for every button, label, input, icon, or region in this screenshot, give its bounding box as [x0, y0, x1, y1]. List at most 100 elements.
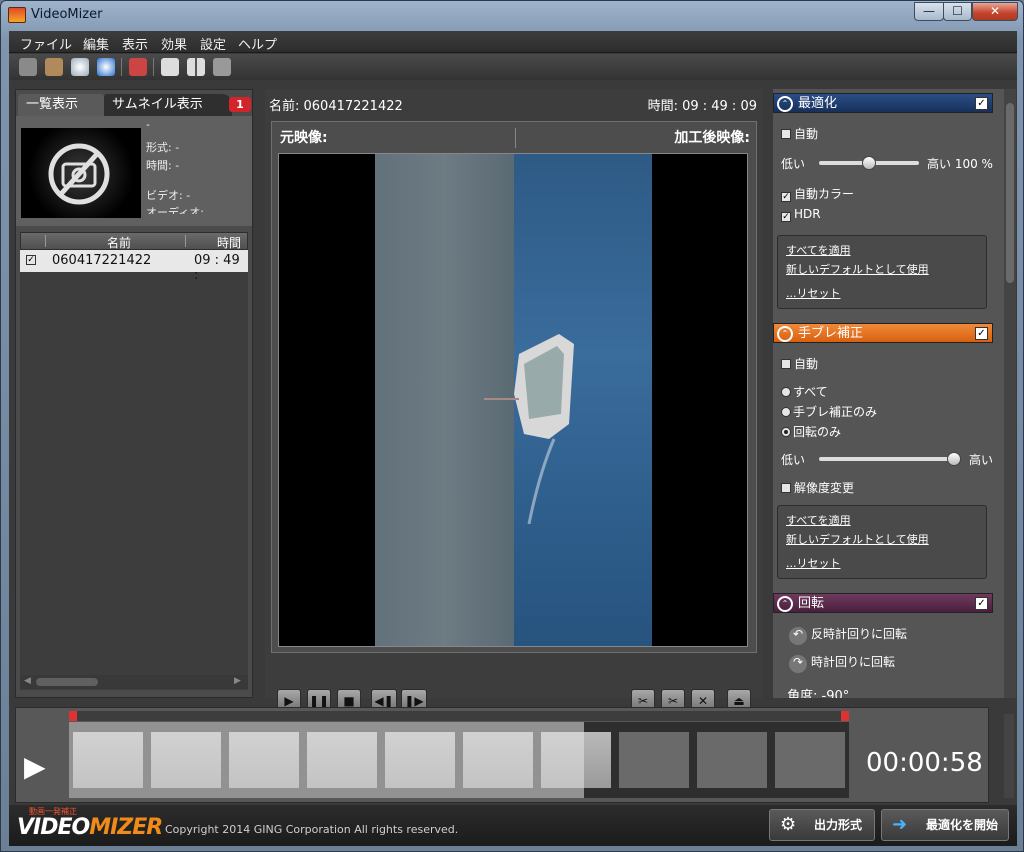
col-time[interactable]: 時間	[217, 234, 241, 251]
filmstrip[interactable]	[69, 722, 849, 798]
meta-video: ビデオ: -	[146, 189, 191, 202]
stabilize-enable-checkbox[interactable]: ✓	[975, 327, 988, 340]
meta-duration: 時間: -	[146, 159, 180, 172]
auto-color-checkbox[interactable]: ✓	[781, 192, 791, 202]
radio-shake-only[interactable]	[781, 407, 791, 417]
stab-auto-checkbox[interactable]	[781, 359, 791, 369]
stab-reset-link[interactable]: ...リセット	[786, 555, 841, 571]
opt-auto-checkbox[interactable]	[781, 129, 791, 139]
maximize-button[interactable]: ☐	[943, 2, 972, 21]
range-end-handle[interactable]	[841, 711, 849, 721]
film-frame	[775, 732, 845, 788]
split-view-icon[interactable]	[187, 58, 205, 76]
timeline-play-icon[interactable]: ▶	[24, 750, 46, 783]
timeline-scrollbar[interactable]	[1004, 714, 1014, 798]
horizontal-scrollbar[interactable]: ◀ ▶	[20, 675, 248, 689]
preview-info: - 形式: - 時間: - ビデオ: - オーディオ:	[16, 116, 252, 226]
collapse-icon[interactable]: ⌃	[777, 596, 793, 612]
app-icon	[8, 7, 26, 23]
tab-thumbnail-view[interactable]: サムネイル表示	[104, 94, 232, 116]
cd-icon[interactable]	[71, 58, 89, 76]
opt-set-default-link[interactable]: 新しいデフォルトとして使用	[786, 261, 929, 277]
tab-list-view[interactable]: 一覧表示	[18, 94, 104, 116]
scissors-icon[interactable]	[45, 58, 63, 76]
rotate-enable-checkbox[interactable]: ✓	[975, 597, 988, 610]
stab-level-slider[interactable]	[819, 452, 961, 466]
start-optimize-button[interactable]: ➜ 最適化を開始	[881, 809, 1009, 841]
menu-effects[interactable]: 効果	[161, 34, 187, 53]
range-bar[interactable]	[69, 711, 849, 721]
video-frame[interactable]	[278, 153, 748, 647]
delete-icon[interactable]	[129, 58, 147, 76]
close-button[interactable]: ✕	[972, 2, 1018, 21]
stab-res-change[interactable]: 解像度変更	[781, 479, 854, 496]
optimize-enable-checkbox[interactable]: ✓	[975, 97, 988, 110]
media-panel: 一覧表示 サムネイル表示 1 - 形式: - 時間: - ビデオ: - オーディ…	[15, 89, 253, 698]
slider-knob[interactable]	[947, 452, 961, 466]
opt-auto[interactable]: 自動	[781, 125, 818, 142]
opt-links-box: すべてを適用 新しいデフォルトとして使用 ...リセット	[777, 235, 987, 309]
collapse-icon[interactable]: ⌃	[777, 96, 793, 112]
stab-apply-all-link[interactable]: すべてを適用	[786, 512, 851, 528]
opt-hdr[interactable]: ✓ HDR	[781, 207, 821, 222]
range-start-handle[interactable]	[69, 711, 77, 721]
vscroll-thumb[interactable]	[1006, 103, 1014, 283]
stab-high-label: 高い	[969, 453, 994, 467]
client-area: ファイル 編集 表示 効果 設定 ヘルプ 一覧表示 サムネイル表示 1 - 形式…	[9, 31, 1017, 846]
meta-name: -	[146, 118, 150, 131]
rotate-cw[interactable]: ↷ 時計回りに回転	[789, 653, 895, 673]
menu-view[interactable]: 表示	[122, 34, 148, 53]
list-header: 名前 時間	[20, 232, 248, 250]
single-view-icon[interactable]	[161, 58, 179, 76]
slider-knob[interactable]	[862, 156, 876, 170]
rotate-cw-icon[interactable]: ↷	[789, 655, 807, 673]
menu-edit[interactable]: 編集	[83, 34, 109, 53]
menu-help[interactable]: ヘルプ	[238, 34, 277, 53]
radio-rotate-only[interactable]	[781, 427, 791, 437]
stab-set-default-link[interactable]: 新しいデフォルトとして使用	[786, 531, 929, 547]
section-stabilize-header[interactable]: ⌃ 手ブレ補正 ✓	[773, 323, 993, 343]
minimize-button[interactable]: —	[914, 2, 944, 21]
output-format-button[interactable]: ⚙ 出力形式	[769, 809, 875, 841]
rotate-ccw-icon[interactable]: ↶	[789, 627, 807, 645]
app-logo: VIDEOMIZER	[17, 815, 163, 840]
scroll-thumb[interactable]	[36, 678, 98, 686]
collapse-icon[interactable]: ⌃	[777, 326, 793, 342]
opt-apply-all-link[interactable]: すべてを適用	[786, 242, 851, 258]
opt-level-slider[interactable]	[819, 156, 919, 170]
opt-reset-link[interactable]: ...リセット	[786, 285, 841, 301]
stab-all[interactable]: すべて	[781, 383, 828, 400]
stab-rotate-only[interactable]: 回転のみ	[781, 423, 841, 440]
rotate-ccw[interactable]: ↶ 反時計回りに回転	[789, 625, 907, 645]
section-rotate-header[interactable]: ⌃ 回転 ✓	[773, 593, 993, 613]
disc-blue-icon[interactable]	[97, 58, 115, 76]
thumbnail	[21, 128, 141, 218]
hdr-checkbox[interactable]: ✓	[781, 212, 791, 222]
vertical-scrollbar[interactable]	[1004, 89, 1016, 698]
res-change-checkbox[interactable]	[781, 483, 791, 493]
timeline: ▶ 00:00:58	[15, 707, 1014, 803]
radio-all-label: すべて	[793, 385, 828, 399]
scroll-right-icon[interactable]: ▶	[234, 676, 241, 686]
menu-file[interactable]: ファイル	[20, 34, 72, 53]
table-row[interactable]: ✓ 060417221422 09 : 49 :	[20, 250, 248, 283]
meta-audio: オーディオ:	[146, 206, 204, 214]
stab-shake-only[interactable]: 手ブレ補正のみ	[781, 403, 877, 420]
rotate-cw-label: 時計回りに回転	[811, 655, 896, 669]
title-bar[interactable]: VideoMizer — ☐ ✕	[1, 1, 1023, 29]
opt-auto-color[interactable]: ✓ 自動カラー	[781, 185, 854, 202]
row-checkbox[interactable]: ✓	[26, 255, 36, 265]
menu-settings[interactable]: 設定	[200, 34, 226, 53]
auto-color-label: 自動カラー	[794, 187, 855, 201]
stab-low-label: 低い	[781, 453, 806, 467]
original-label: 元映像:	[280, 130, 328, 146]
stab-auto[interactable]: 自動	[781, 355, 818, 372]
col-name[interactable]: 名前	[107, 234, 131, 251]
radio-all[interactable]	[781, 387, 791, 397]
clip-name: 名前: 060417221422	[269, 99, 403, 114]
camera-icon[interactable]	[213, 58, 231, 76]
section-optimize-header[interactable]: ⌃ 最適化 ✓	[773, 93, 993, 113]
scroll-left-icon[interactable]: ◀	[24, 676, 31, 686]
film-icon[interactable]	[19, 58, 37, 76]
played-overlay	[69, 722, 584, 798]
